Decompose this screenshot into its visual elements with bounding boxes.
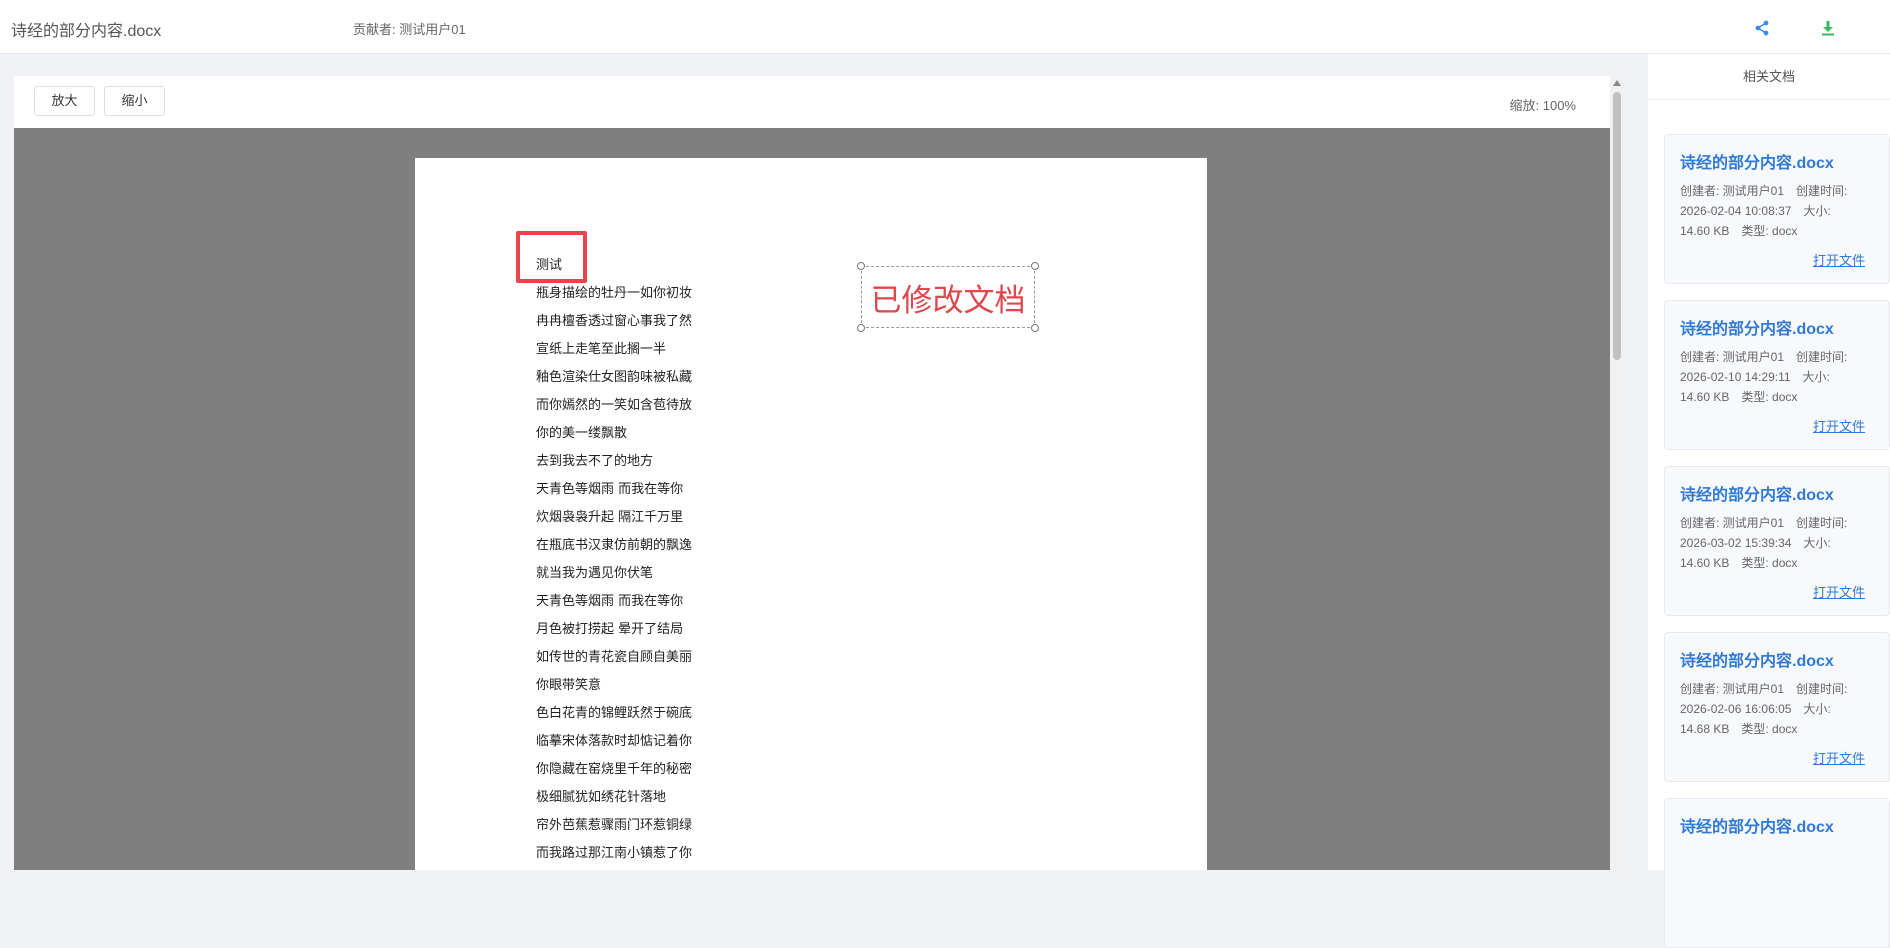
poem-line: 冉冉檀香透过窗心事我了然 bbox=[536, 314, 693, 329]
open-file-link[interactable]: 打开文件 bbox=[1813, 582, 1865, 601]
zoom-in-button[interactable]: 放大 bbox=[34, 86, 95, 116]
related-doc-card: 诗经的部分内容.docx 创建者: 测试用户01 创建时间: 2026-03-02 … bbox=[1664, 466, 1890, 616]
poem-line: 而你嫣然的一笑如含苞待放 bbox=[536, 398, 693, 413]
poem-line: 你眼带笑意 bbox=[536, 678, 602, 693]
contributor-label: 贡献者: 测试用户01 bbox=[353, 22, 466, 37]
document-title: 诗经的部分内容.docx bbox=[11, 23, 162, 40]
open-file-link[interactable]: 打开文件 bbox=[1813, 416, 1865, 435]
related-doc-meta-line: 创建者: 测试用户01 创建时间: bbox=[1680, 350, 1848, 364]
related-doc-meta-line: 2026-02-06 16:06:05 大小: bbox=[1680, 702, 1831, 716]
related-doc-title[interactable]: 诗经的部分内容.docx bbox=[1680, 481, 1834, 505]
scrollbar-thumb[interactable] bbox=[1613, 92, 1621, 360]
related-docs-sidebar: 相关文档 诗经的部分内容.docx 创建者: 测试用户01 创建时间: 2026-0… bbox=[1648, 54, 1890, 948]
poem-line: 你的美一缕飘散 bbox=[536, 426, 628, 441]
poem-line: 炊烟袅袅升起 隔江千万里 bbox=[536, 510, 684, 525]
related-doc-meta-line: 14.60 KB 类型: docx bbox=[1680, 224, 1798, 238]
poem-line: 釉色渲染仕女图韵味被私藏 bbox=[536, 370, 693, 385]
related-doc-meta-line: 创建者: 测试用户01 创建时间: bbox=[1680, 682, 1848, 696]
related-doc-title[interactable]: 诗经的部分内容.docx bbox=[1680, 149, 1834, 173]
related-doc-card: 诗经的部分内容.docx 创建者: 测试用户01 创建时间: 2026-02-04 … bbox=[1664, 134, 1890, 284]
poem-line: 去到我去不了的地方 bbox=[536, 454, 654, 469]
zoom-level-label: 缩放: 100% bbox=[1509, 98, 1576, 113]
related-doc-meta-line: 2026-03-02 15:39:34 大小: bbox=[1680, 536, 1831, 550]
highlight-annotation-box[interactable] bbox=[516, 231, 587, 283]
poem-line: 极细腻犹如绣花针落地 bbox=[536, 790, 667, 805]
modified-stamp-annotation[interactable]: 已修改文档 bbox=[857, 262, 1039, 332]
modified-stamp-text: 已修改文档 bbox=[870, 282, 1026, 319]
related-doc-title[interactable]: 诗经的部分内容.docx bbox=[1680, 315, 1834, 339]
poem-line: 而我路过那江南小镇惹了你 bbox=[536, 846, 693, 861]
poem-line: 月色被打捞起 晕开了结局 bbox=[536, 622, 684, 637]
open-file-link[interactable]: 打开文件 bbox=[1813, 748, 1865, 767]
open-file-link[interactable]: 打开文件 bbox=[1813, 250, 1865, 269]
document-viewer: 放大 缩小 缩放: 100% 测试 瓶身描绘的牡丹一如你初妆 冉冉檀香透过窗心事我… bbox=[14, 76, 1624, 870]
poem-line: 天青色等烟雨 而我在等你 bbox=[536, 594, 684, 609]
poem-line: 色白花青的锦鲤跃然于碗底 bbox=[536, 706, 693, 721]
poem-line: 如传世的青花瓷自顾自美丽 bbox=[536, 650, 693, 665]
sidebar-title: 相关文档 bbox=[1648, 54, 1890, 100]
scroll-up-arrow-icon[interactable] bbox=[1613, 80, 1621, 86]
related-doc-meta: 创建者: 测试用户01 创建时间: 2026-02-10 14:29:11 大小:… bbox=[1680, 347, 1880, 407]
related-doc-meta: 创建者: 测试用户01 创建时间: 2026-02-06 16:06:05 大小:… bbox=[1680, 679, 1880, 739]
document-page: 测试 瓶身描绘的牡丹一如你初妆 冉冉檀香透过窗心事我了然 宣纸上走笔至此搁一半 釉色渲… bbox=[415, 158, 1207, 870]
related-doc-card: 诗经的部分内容.docx bbox=[1664, 798, 1890, 948]
related-doc-meta-line: 14.68 KB 类型: docx bbox=[1680, 722, 1798, 736]
resize-handle-bottom-left[interactable] bbox=[857, 324, 865, 332]
vertical-scrollbar[interactable] bbox=[1610, 76, 1624, 870]
related-doc-meta-line: 14.60 KB 类型: docx bbox=[1680, 556, 1798, 570]
related-doc-meta-line: 2026-02-04 10:08:37 大小: bbox=[1680, 204, 1831, 218]
poem-line: 临摹宋体落款时却惦记着你 bbox=[536, 734, 693, 749]
related-doc-card: 诗经的部分内容.docx 创建者: 测试用户01 创建时间: 2026-02-10 … bbox=[1664, 300, 1890, 450]
poem-line: 在瓶底书汉隶仿前朝的飘逸 bbox=[536, 538, 693, 553]
related-doc-meta-line: 14.60 KB 类型: docx bbox=[1680, 390, 1798, 404]
related-doc-card: 诗经的部分内容.docx 创建者: 测试用户01 创建时间: 2026-02-06 … bbox=[1664, 632, 1890, 782]
poem-line: 帘外芭蕉惹骤雨门环惹铜绿 bbox=[536, 818, 693, 833]
viewer-toolbar: 放大 缩小 缩放: 100% bbox=[14, 76, 1610, 128]
poem-text: 测试 瓶身描绘的牡丹一如你初妆 冉冉檀香透过窗心事我了然 宣纸上走笔至此搁一半 釉色渲… bbox=[536, 252, 692, 868]
poem-line: 就当我为遇见你伏笔 bbox=[536, 566, 654, 581]
poem-line: 瓶身描绘的牡丹一如你初妆 bbox=[536, 286, 693, 301]
top-header: 诗经的部分内容.docx 贡献者: 测试用户01 bbox=[0, 0, 1890, 54]
document-canvas[interactable]: 测试 瓶身描绘的牡丹一如你初妆 冉冉檀香透过窗心事我了然 宣纸上走笔至此搁一半 釉色渲… bbox=[14, 128, 1610, 870]
resize-handle-top-right[interactable] bbox=[1031, 262, 1039, 270]
related-doc-title[interactable]: 诗经的部分内容.docx bbox=[1680, 813, 1834, 837]
related-doc-meta: 创建者: 测试用户01 创建时间: 2026-03-02 15:39:34 大小:… bbox=[1680, 513, 1880, 573]
resize-handle-bottom-right[interactable] bbox=[1031, 324, 1039, 332]
zoom-out-button[interactable]: 缩小 bbox=[104, 86, 165, 116]
related-doc-meta-line: 2026-02-10 14:29:11 大小: bbox=[1680, 370, 1830, 384]
download-icon[interactable] bbox=[1816, 16, 1840, 40]
poem-line: 你隐藏在窑烧里千年的秘密 bbox=[536, 762, 693, 777]
resize-handle-top-left[interactable] bbox=[857, 262, 865, 270]
related-doc-title[interactable]: 诗经的部分内容.docx bbox=[1680, 647, 1834, 671]
poem-line: 宣纸上走笔至此搁一半 bbox=[536, 342, 667, 357]
poem-line: 天青色等烟雨 而我在等你 bbox=[536, 482, 684, 497]
related-doc-meta-line: 创建者: 测试用户01 创建时间: bbox=[1680, 184, 1848, 198]
related-doc-meta-line: 创建者: 测试用户01 创建时间: bbox=[1680, 516, 1848, 530]
share-icon[interactable] bbox=[1750, 16, 1774, 40]
related-doc-meta: 创建者: 测试用户01 创建时间: 2026-02-04 10:08:37 大小:… bbox=[1680, 181, 1880, 241]
